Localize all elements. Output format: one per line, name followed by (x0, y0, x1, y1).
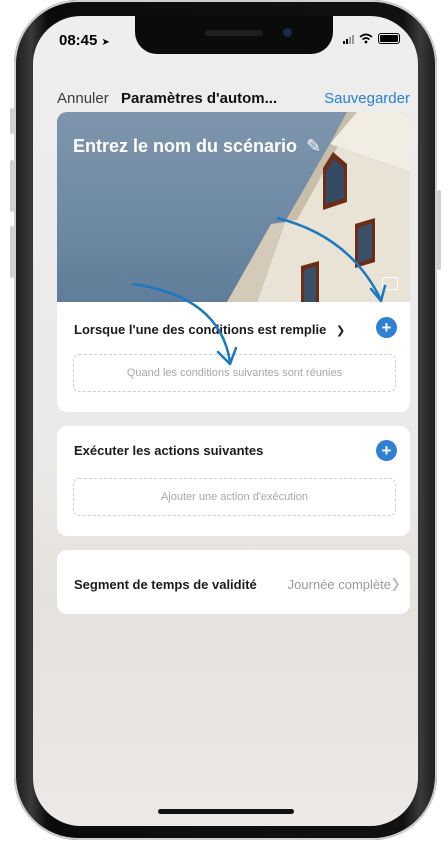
add-action-button[interactable]: + (376, 440, 397, 461)
home-indicator (158, 809, 294, 814)
notch (135, 16, 333, 54)
volume-down-button (10, 226, 14, 278)
add-action-placeholder[interactable]: Ajouter une action d'exécution (73, 478, 396, 516)
conditions-card: Lorsque l'une des conditions est remplie… (57, 302, 410, 412)
page-title: Paramètres d'autom... (121, 90, 278, 107)
scenario-name-field[interactable]: Entrez le nom du scénario ✎ (73, 136, 321, 157)
mute-switch (10, 108, 14, 134)
phone-screen: 08:45 ➤ Annuler Paramètres d'autom... Sa… (33, 16, 418, 826)
actions-title: Exécuter les actions suivantes (74, 443, 264, 458)
power-button (437, 190, 441, 270)
validity-segment-row[interactable]: Segment de temps de validité Journée com… (57, 550, 410, 614)
status-time: 08:45 ➤ (59, 32, 110, 49)
save-button[interactable]: Sauvegarder (324, 90, 410, 107)
navigation-bar: Annuler Paramètres d'autom... Sauvegarde… (33, 90, 418, 114)
scenario-cover-image[interactable]: Entrez le nom du scénario ✎ (57, 112, 410, 302)
scenario-name-placeholder: Entrez le nom du scénario (73, 136, 298, 156)
speaker-grille (205, 30, 263, 36)
conditions-title[interactable]: Lorsque l'une des conditions est remplie… (74, 322, 345, 337)
cellular-signal-icon (343, 34, 354, 44)
pencil-icon[interactable]: ✎ (306, 136, 321, 157)
validity-value: Journée complète (287, 577, 391, 592)
add-condition-button[interactable]: + (376, 317, 397, 338)
chevron-down-icon[interactable]: ❯ (336, 324, 345, 337)
status-icons (343, 33, 400, 44)
cancel-button[interactable]: Annuler (57, 90, 109, 107)
battery-icon (378, 33, 400, 44)
location-arrow-icon: ➤ (101, 37, 110, 48)
front-camera (283, 28, 292, 37)
chevron-right-icon: ❯ (390, 576, 401, 591)
wifi-icon (359, 33, 373, 44)
actions-card: Exécuter les actions suivantes + Ajouter… (57, 426, 410, 536)
conditions-title-text: Lorsque l'une des conditions est remplie (74, 322, 327, 337)
status-time-text: 08:45 (59, 32, 98, 49)
add-condition-placeholder[interactable]: Quand les conditions suivantes sont réun… (73, 354, 396, 392)
validity-label: Segment de temps de validité (74, 577, 257, 592)
volume-up-button (10, 160, 14, 212)
image-icon[interactable] (382, 277, 398, 290)
